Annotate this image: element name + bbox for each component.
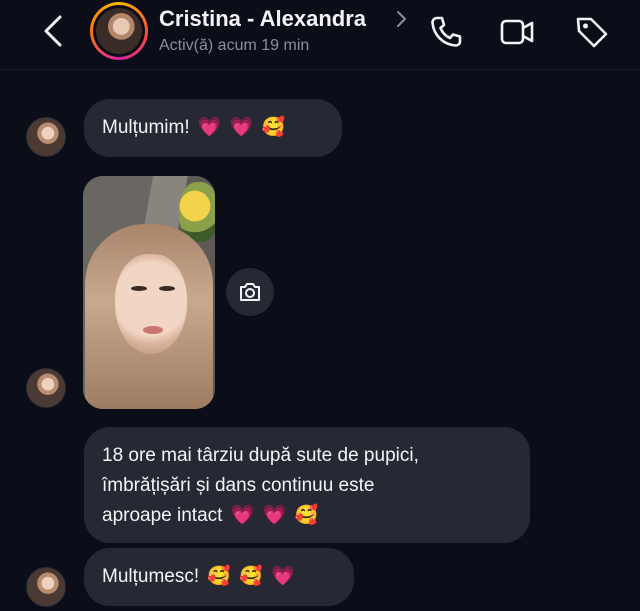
camera-button[interactable] xyxy=(226,268,274,316)
camera-icon xyxy=(240,283,260,301)
chat-header: Cristina - Alexandra Activ(ă) acum 19 mi… xyxy=(0,0,640,70)
message-bubble[interactable]: Mulțumim! 💗 💗 🥰 xyxy=(84,99,342,157)
heart-emoji: 💗 xyxy=(230,505,255,526)
message-text: Mulțumim! xyxy=(102,117,190,139)
sender-avatar[interactable] xyxy=(26,567,66,607)
sender-avatar[interactable] xyxy=(26,117,66,157)
message-text: 18 ore mai târziu după sute de pupici, î… xyxy=(102,445,419,527)
heart-emoji: 💗 xyxy=(271,566,295,587)
tag-icon[interactable] xyxy=(574,14,610,50)
heart-emoji: 💗 xyxy=(229,117,254,138)
smiling-face-with-hearts-emoji: 🥰 xyxy=(261,117,286,138)
video-icon[interactable] xyxy=(499,14,535,50)
photo-lips xyxy=(143,326,163,334)
smiling-face-with-hearts-emoji: 🥰 xyxy=(207,566,232,587)
sender-avatar[interactable] xyxy=(26,368,66,408)
contact-avatar-image xyxy=(96,8,142,54)
smiling-face-with-hearts-emoji: 🥰 xyxy=(239,566,264,587)
photo-face xyxy=(115,254,187,354)
message-text: Mulțumesc! xyxy=(102,566,200,588)
phone-icon[interactable] xyxy=(428,14,464,50)
message-bubble[interactable]: 18 ore mai târziu după sute de pupici, î… xyxy=(84,427,530,543)
back-chevron-icon[interactable] xyxy=(38,14,70,48)
photo-eye xyxy=(131,286,147,291)
smiling-face-with-hearts-emoji: 🥰 xyxy=(294,505,319,526)
contact-name[interactable]: Cristina - Alexandra xyxy=(159,6,366,32)
photo-eye xyxy=(159,286,175,291)
chevron-right-icon[interactable] xyxy=(395,10,407,28)
contact-status: Activ(ă) acum 19 min xyxy=(159,37,310,54)
heart-emoji: 💗 xyxy=(262,505,287,526)
contact-avatar[interactable] xyxy=(90,2,148,60)
message-bubble[interactable]: Mulțumesc! 🥰 🥰 💗 xyxy=(84,548,354,606)
photo-message[interactable] xyxy=(83,176,215,409)
heart-emoji: 💗 xyxy=(197,117,222,138)
